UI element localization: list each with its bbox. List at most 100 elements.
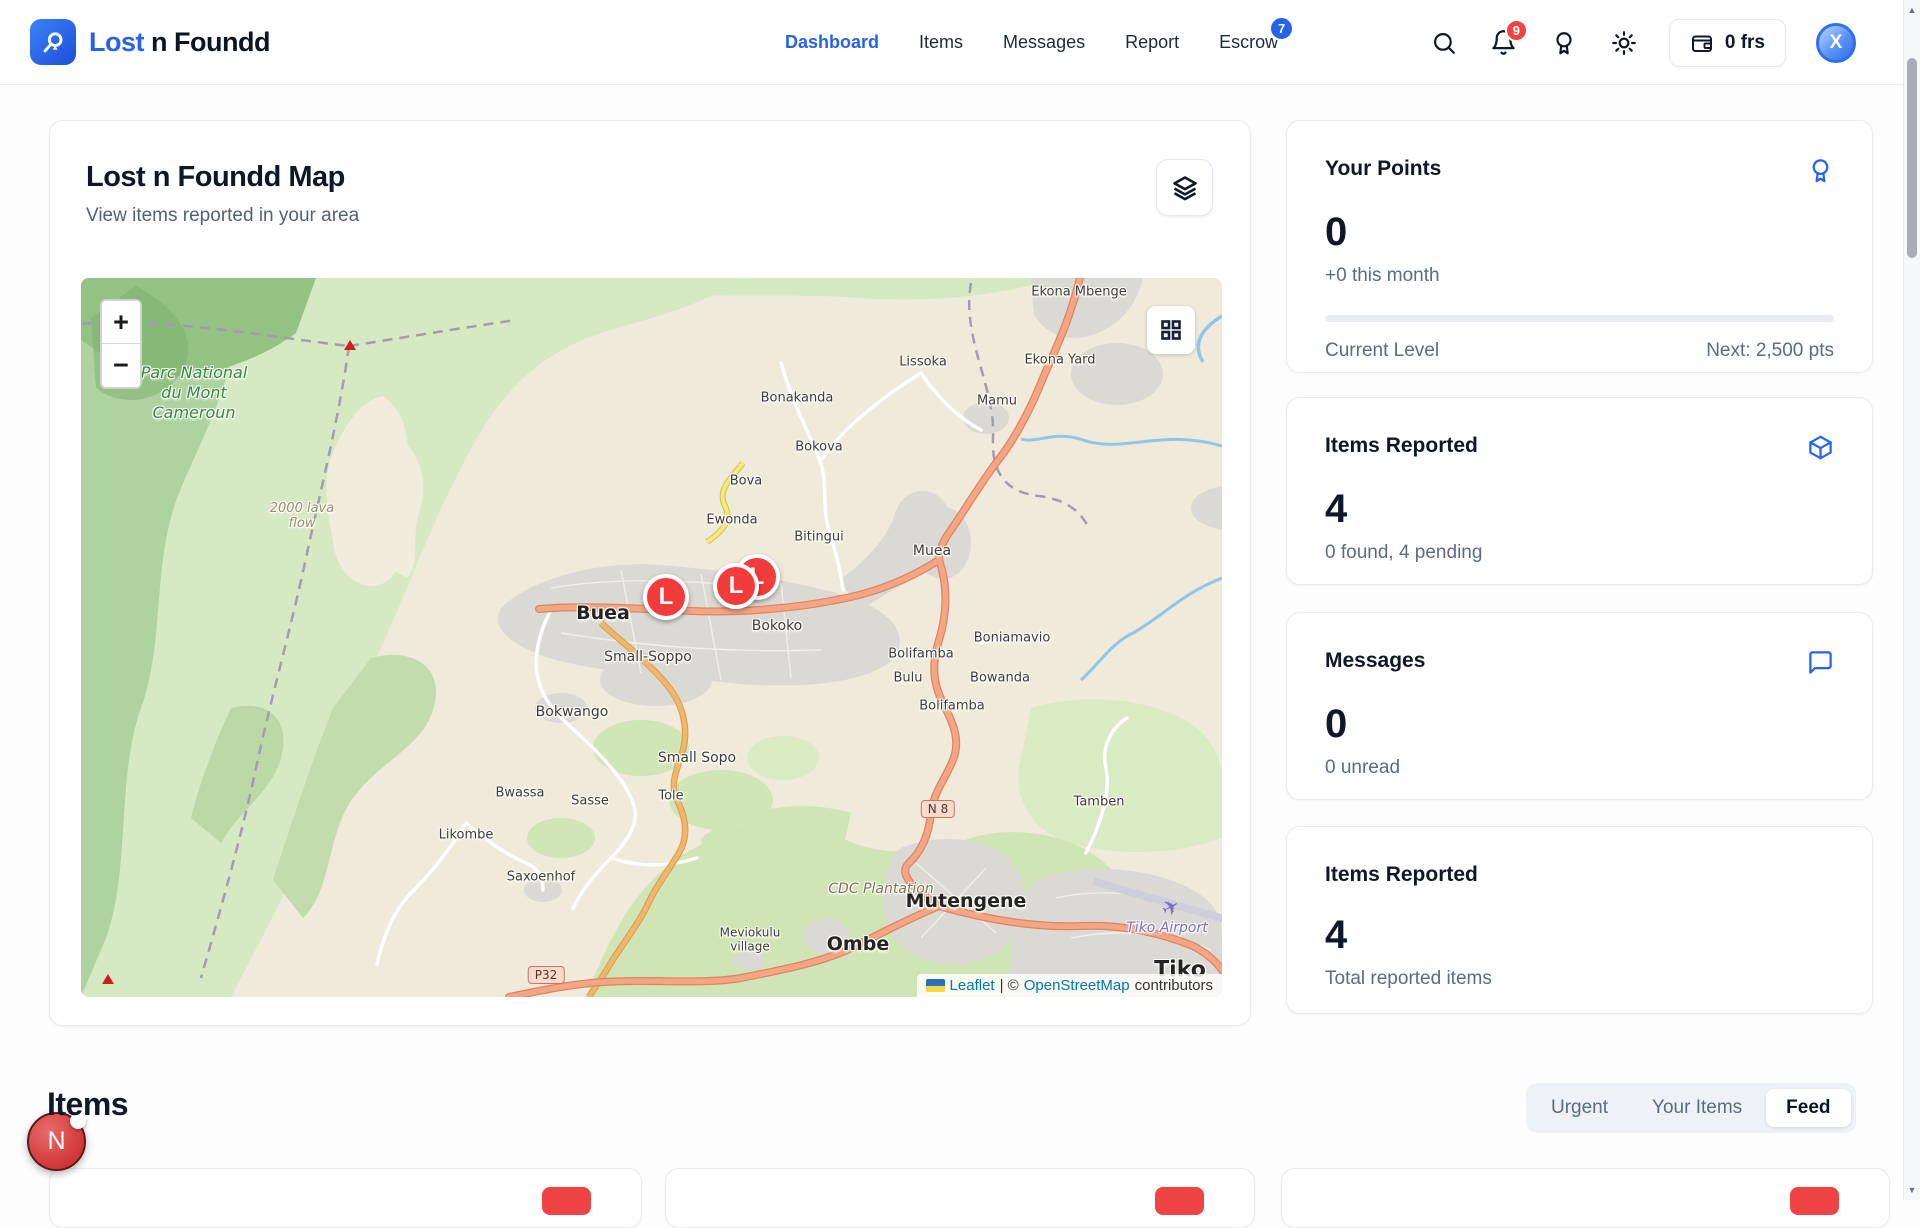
tab-your-items[interactable]: Your Items bbox=[1632, 1089, 1762, 1127]
points-sub: +0 this month bbox=[1325, 265, 1834, 287]
bell-icon[interactable]: 9 bbox=[1489, 28, 1519, 58]
map-label-likombe: Likombe bbox=[439, 828, 494, 843]
fab-letter: N bbox=[47, 1127, 65, 1156]
nav-item-report[interactable]: Report bbox=[1125, 32, 1179, 53]
map-label-bonakanda: Bonakanda bbox=[761, 391, 834, 406]
map-label-bokwango: Bokwango bbox=[536, 704, 609, 720]
wallet-button[interactable]: 0 frs bbox=[1669, 19, 1786, 67]
map-label-bitingui: Bitingui bbox=[794, 530, 844, 545]
total-value: 4 bbox=[1325, 913, 1834, 958]
avatar[interactable]: X bbox=[1816, 23, 1856, 63]
map-label-ombe: Ombe bbox=[827, 933, 889, 955]
map-label-boniamavio: Boniamavio bbox=[974, 631, 1051, 646]
sun-icon[interactable] bbox=[1609, 28, 1639, 58]
item-card[interactable] bbox=[49, 1168, 642, 1228]
map-grid-button[interactable] bbox=[1147, 306, 1195, 354]
zoom-in-button[interactable]: + bbox=[102, 301, 140, 344]
items-reported-card: Items Reported 4 0 found, 4 pending bbox=[1286, 397, 1873, 585]
medal-icon bbox=[1807, 157, 1834, 184]
card-title: Your Points bbox=[1325, 157, 1441, 181]
status-badge bbox=[1790, 1187, 1839, 1215]
map-label-buea: Buea bbox=[576, 602, 630, 624]
map-label-mamu: Mamu bbox=[977, 394, 1017, 409]
leaflet-link[interactable]: Leaflet bbox=[950, 977, 995, 994]
map-label-bolifamba: Bolifamba bbox=[888, 647, 954, 662]
wallet-icon bbox=[1690, 31, 1714, 55]
map-card: Lost n Foundd Map View items reported in… bbox=[49, 120, 1251, 1026]
scroll-up-arrow[interactable]: ▲ bbox=[1904, 2, 1920, 18]
map-label-n-8: N 8 bbox=[921, 800, 955, 818]
map-label-bolifamba: Bolifamba bbox=[919, 699, 985, 714]
nav-item-dashboard[interactable]: Dashboard bbox=[785, 32, 879, 53]
osm-link[interactable]: OpenStreetMap bbox=[1024, 977, 1130, 994]
lost-item-marker[interactable]: L bbox=[713, 563, 759, 609]
wallet-balance: 0 frs bbox=[1725, 32, 1765, 54]
brand-name: Lost n Foundd bbox=[89, 27, 270, 58]
map-label-bokoko: Bokoko bbox=[752, 618, 803, 634]
messages-sub: 0 unread bbox=[1325, 757, 1834, 779]
map-label-bwassa: Bwassa bbox=[495, 786, 544, 801]
main-nav: Dashboard Items Messages Report Escrow7 bbox=[785, 0, 1278, 85]
nav-item-items[interactable]: Items bbox=[919, 32, 963, 53]
messages-card: Messages 0 0 unread bbox=[1286, 612, 1873, 800]
zoom-out-button[interactable]: − bbox=[102, 344, 140, 387]
layers-icon bbox=[1171, 174, 1199, 202]
app-header: Lost n Foundd Dashboard Items Messages Repo… bbox=[0, 0, 1903, 85]
map-card-title: Lost n Foundd Map bbox=[86, 161, 345, 194]
map-label-saxoenhof: Saxoenhof bbox=[507, 870, 575, 885]
scroll-down-arrow[interactable]: ▼ bbox=[1904, 1182, 1920, 1198]
search-icon[interactable] bbox=[1429, 28, 1459, 58]
tab-urgent[interactable]: Urgent bbox=[1531, 1089, 1628, 1127]
map-label-small-soppo: Small-Soppo bbox=[604, 649, 692, 665]
peak-icon bbox=[344, 340, 356, 350]
chat-icon bbox=[1807, 649, 1834, 676]
map-label-bulu: Bulu bbox=[893, 671, 922, 686]
items-tabs: UrgentYour ItemsFeed bbox=[1526, 1083, 1856, 1133]
map-label-ewonda: Ewonda bbox=[706, 513, 757, 528]
map-label-tiko-airport: Tiko Airport bbox=[1126, 920, 1207, 936]
item-card[interactable] bbox=[665, 1168, 1255, 1228]
map-terrain bbox=[81, 278, 1222, 997]
layers-button[interactable] bbox=[1156, 159, 1213, 216]
status-badge bbox=[1155, 1187, 1204, 1215]
current-level-label: Current Level bbox=[1325, 340, 1439, 362]
card-title: Items Reported bbox=[1325, 434, 1478, 458]
next-level-label: Next: 2,500 pts bbox=[1706, 340, 1834, 362]
logo-pin-icon bbox=[30, 19, 76, 65]
nav-item-messages[interactable]: Messages bbox=[1003, 32, 1085, 53]
item-card[interactable] bbox=[1281, 1168, 1890, 1228]
map-card-subtitle: View items reported in your area bbox=[86, 205, 359, 227]
brand-logo[interactable]: Lost n Foundd bbox=[30, 19, 270, 65]
notification-badge: 9 bbox=[1505, 19, 1528, 42]
map-zoom-control: + − bbox=[100, 299, 142, 389]
map-label-2000-lava-flow: 2000 lava flow bbox=[270, 501, 334, 531]
map-label-meviokulu-village: Meviokulu village bbox=[720, 926, 781, 955]
map-attribution: Leaflet | © OpenStreetMap contributors bbox=[917, 974, 1222, 997]
map-label-mutengene: Mutengene bbox=[906, 890, 1027, 912]
peak-icon bbox=[102, 974, 114, 984]
map-label-bowanda: Bowanda bbox=[970, 671, 1030, 686]
card-title: Messages bbox=[1325, 649, 1425, 673]
your-points-card: Your Points 0 +0 this month Current Leve… bbox=[1286, 120, 1873, 373]
map-label-parc-national-du-mont-cameroun: Parc National du Mont Cameroun bbox=[141, 363, 248, 423]
escrow-badge: 7 bbox=[1269, 16, 1294, 41]
page-scrollbar: ▲ ▼ bbox=[1903, 0, 1920, 1200]
reported-sub: 0 found, 4 pending bbox=[1325, 542, 1834, 564]
card-title: Items Reported bbox=[1325, 863, 1478, 887]
map-label-ekona-yard: Ekona Yard bbox=[1024, 353, 1095, 368]
header-actions: 9 0 frs X bbox=[1429, 0, 1856, 85]
nav-item-escrow[interactable]: Escrow7 bbox=[1219, 32, 1278, 53]
lost-item-marker[interactable]: L bbox=[643, 574, 689, 620]
tab-feed[interactable]: Feed bbox=[1766, 1089, 1850, 1127]
map-canvas[interactable]: Ekona Mbenge Lissoka Ekona Yard Bonakanda Ma… bbox=[81, 278, 1222, 997]
messages-value: 0 bbox=[1325, 702, 1834, 747]
map-label-sasse: Sasse bbox=[571, 794, 609, 809]
map-label-small-sopo: Small Sopo bbox=[658, 750, 736, 766]
map-label-lissoka: Lissoka bbox=[899, 355, 947, 370]
map-label-tamben: Tamben bbox=[1074, 795, 1125, 810]
scroll-thumb[interactable] bbox=[1907, 58, 1917, 258]
map-label-ekona-mbenge: Ekona Mbenge bbox=[1031, 285, 1127, 300]
map-label-bova: Bova bbox=[730, 474, 763, 489]
medal-icon[interactable] bbox=[1549, 28, 1579, 58]
reported-value: 4 bbox=[1325, 487, 1834, 532]
